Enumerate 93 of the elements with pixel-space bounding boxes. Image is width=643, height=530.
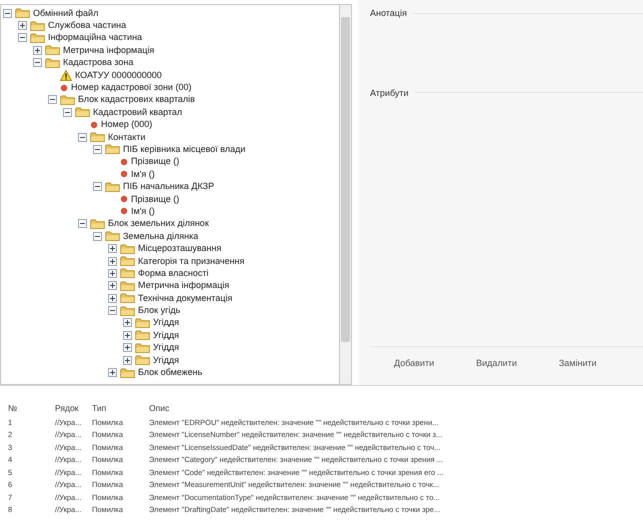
tree-item[interactable]: Блок кадастрових кварталів (78, 94, 195, 106)
expand-icon[interactable] (33, 46, 42, 55)
tree-item[interactable]: Категорія та призначення (138, 256, 244, 266)
tree-item[interactable]: Угіддя (153, 354, 179, 366)
column-header[interactable]: Тип (92, 403, 142, 413)
expand-icon[interactable] (108, 281, 117, 290)
expand-icon[interactable] (123, 318, 132, 328)
expand-icon[interactable] (18, 21, 27, 30)
tree-item[interactable]: Земельна ділянка (123, 230, 198, 242)
folder-icon (120, 280, 135, 291)
collapse-icon[interactable] (48, 95, 57, 104)
tree-item[interactable]: Прізвище () (131, 194, 180, 205)
field-dot-icon (120, 170, 128, 178)
tree-item[interactable]: Метрична інформація (138, 280, 230, 292)
tree-item[interactable]: Блок земельних ділянок (108, 218, 209, 230)
column-header[interactable]: Рядок (55, 403, 85, 413)
folder-icon (135, 355, 150, 366)
tree-item[interactable]: Номер кадастрової зони (00) (71, 82, 192, 94)
group-title: Атрибути (370, 88, 409, 98)
tree-item[interactable]: Службова частина (48, 20, 126, 32)
folder-icon (135, 318, 150, 328)
tree-item[interactable]: Номер (000) (101, 119, 152, 130)
folder-icon (45, 58, 60, 68)
tree-item[interactable]: Обмінний файл (33, 8, 98, 19)
folder-icon (45, 45, 60, 56)
action-button[interactable]: Добавити (390, 355, 438, 372)
expand-icon[interactable] (108, 294, 117, 303)
tree-item[interactable]: Ім'я () (131, 168, 155, 180)
folder-icon (105, 231, 120, 242)
collapse-icon[interactable] (78, 219, 87, 228)
tree-item[interactable]: Технічна документація (138, 292, 232, 304)
folder-icon (75, 107, 90, 118)
expand-icon[interactable] (108, 244, 117, 254)
folder-icon (120, 268, 135, 278)
tree-item[interactable]: Прізвище () (131, 156, 180, 168)
collapse-icon[interactable] (78, 132, 87, 142)
group-title: Анотація (370, 8, 407, 18)
expand-icon[interactable] (123, 343, 132, 352)
expand-icon[interactable] (108, 268, 117, 278)
collapse-icon[interactable] (93, 182, 102, 192)
expand-icon[interactable] (108, 256, 117, 266)
field-dot-icon (90, 120, 98, 129)
folder-icon (90, 218, 105, 229)
folder-icon (90, 132, 105, 142)
field-dot-icon (120, 207, 128, 216)
action-button[interactable]: Замінити (554, 355, 601, 372)
collapse-icon[interactable] (63, 108, 72, 117)
warning-icon (60, 70, 72, 81)
folder-icon (135, 342, 150, 353)
tree-item[interactable]: Угіддя (153, 317, 179, 328)
folder-icon (120, 256, 135, 266)
column-header[interactable]: Опис (149, 403, 643, 413)
action-button[interactable]: Видалити (472, 355, 521, 372)
folder-icon (120, 293, 135, 304)
field-dot-icon (60, 84, 68, 92)
tree-item[interactable]: Місцерозташування (138, 243, 222, 254)
collapse-icon[interactable] (93, 144, 102, 154)
tree-item[interactable]: Кадастровий квартал (93, 106, 182, 118)
collapse-icon[interactable] (18, 33, 27, 42)
folder-icon (120, 368, 135, 378)
tree-item[interactable]: Форма власності (138, 268, 208, 279)
tree-item[interactable]: Угіддя (153, 342, 179, 354)
expand-icon[interactable] (108, 368, 117, 378)
tree-item[interactable]: Блок угідь (138, 305, 180, 316)
tree-item[interactable]: Кадастрова зона (63, 57, 134, 68)
tree-item[interactable]: ПІБ начальника ДКЗР (123, 181, 214, 192)
column-header[interactable]: № (8, 403, 48, 413)
field-dot-icon (120, 195, 128, 204)
collapse-icon[interactable] (3, 8, 12, 18)
tree-item[interactable]: Блок обмежень (138, 367, 202, 378)
tree-item[interactable]: Угіддя (153, 330, 179, 341)
folder-icon (105, 182, 120, 192)
field-dot-icon (120, 158, 128, 166)
folder-icon (120, 306, 135, 316)
collapse-icon[interactable] (93, 232, 102, 241)
folder-icon (15, 8, 30, 18)
folder-icon (60, 94, 75, 105)
collapse-icon[interactable] (108, 306, 117, 316)
folder-icon (30, 32, 45, 43)
folder-icon (105, 144, 120, 154)
scrollbar[interactable] (339, 4, 352, 385)
expand-icon[interactable] (123, 330, 132, 340)
tree-item[interactable]: Ім'я () (131, 206, 155, 217)
tree-item[interactable]: КОАТУУ 0000000000 (75, 70, 162, 81)
expand-icon[interactable] (123, 356, 132, 365)
folder-icon (30, 20, 45, 31)
tree-item[interactable]: Метрична інформація (63, 44, 154, 56)
tree-item[interactable]: Інформаційна частина (48, 32, 142, 44)
tree-item[interactable]: Контакти (108, 132, 146, 143)
folder-icon (135, 330, 150, 340)
collapse-icon[interactable] (33, 58, 42, 68)
tree-item[interactable]: ПІБ керівника місцевої влади (123, 144, 246, 155)
folder-icon (120, 244, 135, 254)
